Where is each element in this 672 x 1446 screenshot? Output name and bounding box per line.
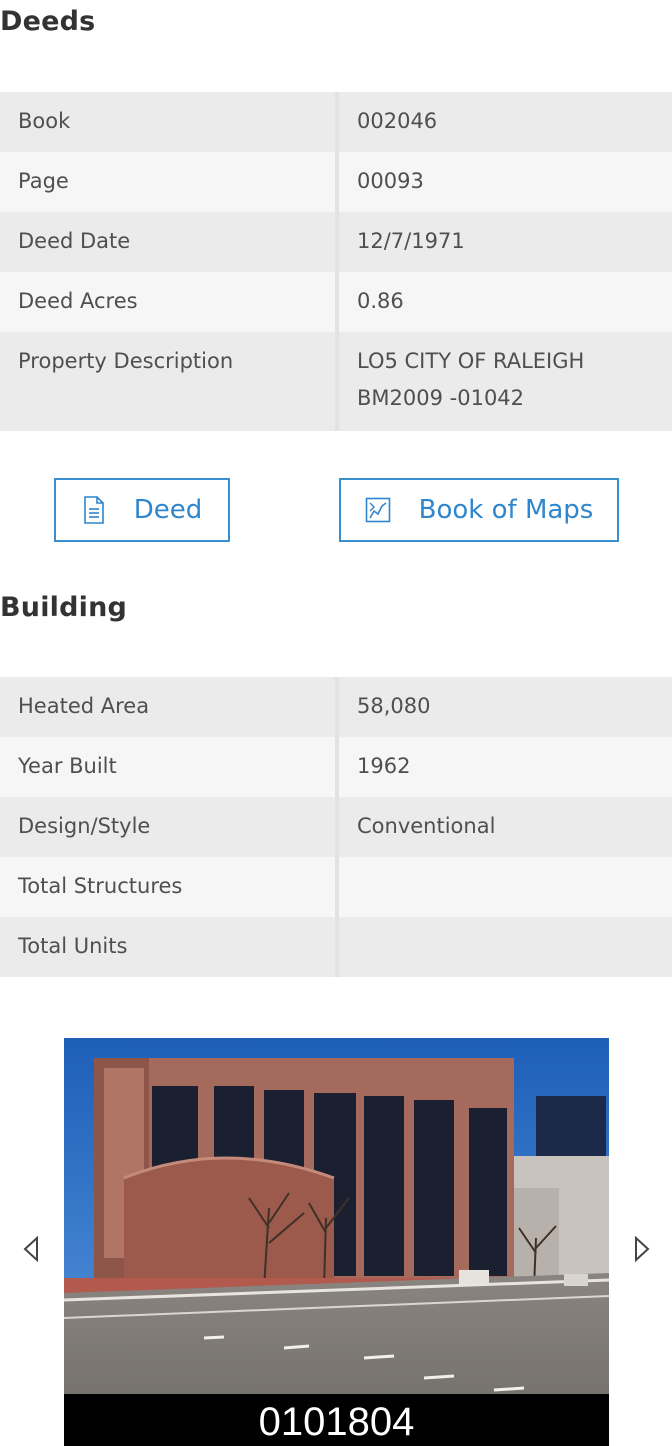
row-value: 12/7/1971	[337, 212, 672, 272]
table-row: Design/Style Conventional	[0, 797, 672, 857]
deed-button-label: Deed	[133, 495, 203, 525]
table-row: Total Structures	[0, 857, 672, 917]
row-label: Total Units	[0, 917, 339, 977]
table-row: Year Built 1962	[0, 737, 672, 797]
row-value: 00093	[337, 152, 672, 212]
row-label: Total Structures	[0, 857, 339, 917]
photo-caption: 0101804	[64, 1394, 609, 1446]
row-value	[337, 857, 672, 917]
row-label: Heated Area	[0, 677, 339, 737]
map-icon	[365, 497, 390, 523]
row-label: Book	[0, 92, 339, 152]
row-value: 002046	[337, 92, 672, 152]
building-photo-image	[64, 1038, 609, 1446]
table-row: Book 002046	[0, 92, 672, 152]
row-value: LO5 CITY OF RALEIGH BM2009 -01042	[337, 332, 672, 431]
chevron-left-icon[interactable]	[22, 1235, 40, 1263]
table-row: Total Units	[0, 917, 672, 977]
deeds-section-title: Deeds	[0, 6, 96, 37]
building-photo: 0101804	[64, 1038, 609, 1446]
row-value: 0.86	[337, 272, 672, 332]
property-description-line: BM2009 -01042	[357, 386, 525, 410]
building-table: Heated Area 58,080 Year Built 1962 Desig…	[0, 677, 672, 977]
row-value: 1962	[337, 737, 672, 797]
deed-button[interactable]: Deed	[54, 478, 230, 542]
table-row: Deed Date 12/7/1971	[0, 212, 672, 272]
deeds-table: Book 002046 Page 00093 Deed Date 12/7/19…	[0, 92, 672, 431]
row-value	[337, 917, 672, 977]
row-value: 58,080	[337, 677, 672, 737]
row-value: Conventional	[337, 797, 672, 857]
row-label: Property Description	[0, 332, 339, 431]
row-label: Year Built	[0, 737, 339, 797]
row-label: Deed Acres	[0, 272, 339, 332]
book-of-maps-button-label: Book of Maps	[418, 495, 594, 525]
table-row: Deed Acres 0.86	[0, 272, 672, 332]
property-description-line: LO5 CITY OF RALEIGH	[357, 349, 585, 373]
table-row: Heated Area 58,080	[0, 677, 672, 737]
row-label: Deed Date	[0, 212, 339, 272]
row-label: Page	[0, 152, 339, 212]
book-of-maps-button[interactable]: Book of Maps	[339, 478, 619, 542]
table-row: Property Description LO5 CITY OF RALEIGH…	[0, 332, 672, 431]
document-icon	[83, 496, 104, 524]
row-label: Design/Style	[0, 797, 339, 857]
building-section-title: Building	[0, 592, 128, 623]
chevron-right-icon[interactable]	[633, 1235, 651, 1263]
table-row: Page 00093	[0, 152, 672, 212]
